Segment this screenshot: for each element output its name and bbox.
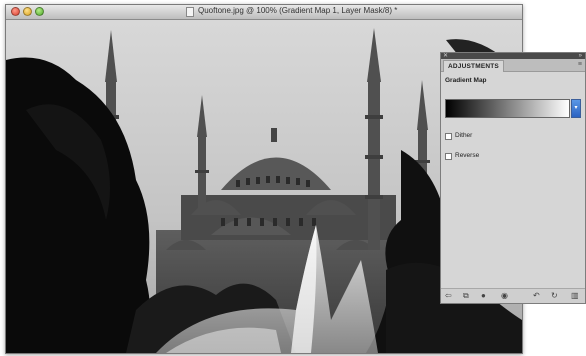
document-title: Quoftone.jpg @ 100% (Gradient Map 1, Lay… bbox=[198, 6, 398, 15]
reverse-checkbox[interactable] bbox=[445, 153, 452, 160]
dither-checkbox[interactable] bbox=[445, 133, 452, 140]
clip-layer-icon[interactable]: ⧉ bbox=[463, 291, 469, 301]
tab-adjustments[interactable]: ADJUSTMENTS bbox=[443, 60, 504, 72]
document-titlebar[interactable]: Quoftone.jpg @ 100% (Gradient Map 1, Lay… bbox=[6, 5, 522, 20]
reset-icon[interactable]: ↻ bbox=[551, 291, 558, 301]
previous-state-icon[interactable]: ↶ bbox=[533, 291, 540, 301]
adjustments-panel: ✕ » ADJUSTMENTS ≡ Gradient Map ▾ Dither … bbox=[440, 52, 586, 304]
panel-bottom-toolbar: ⇦ ⧉ ● ◉ ↶ ↻ ▥ bbox=[441, 288, 585, 303]
return-arrow-icon[interactable]: ⇦ bbox=[445, 291, 452, 301]
minimize-icon[interactable] bbox=[23, 7, 32, 16]
eye-icon[interactable]: ◉ bbox=[501, 291, 508, 301]
panel-tabbar: ADJUSTMENTS ≡ bbox=[441, 59, 585, 72]
visibility-icon[interactable]: ● bbox=[481, 291, 486, 301]
trash-icon[interactable]: ▥ bbox=[571, 291, 579, 301]
gradient-preview[interactable] bbox=[445, 99, 570, 118]
chevron-down-icon[interactable]: ▾ bbox=[571, 99, 581, 118]
zoom-icon[interactable] bbox=[35, 7, 44, 16]
adjustment-title: Gradient Map bbox=[445, 77, 487, 84]
dither-label: Dither bbox=[455, 132, 473, 139]
document-icon bbox=[186, 7, 194, 17]
close-icon[interactable] bbox=[11, 7, 20, 16]
reverse-label: Reverse bbox=[455, 152, 480, 159]
panel-menu-icon[interactable]: ≡ bbox=[578, 61, 582, 69]
